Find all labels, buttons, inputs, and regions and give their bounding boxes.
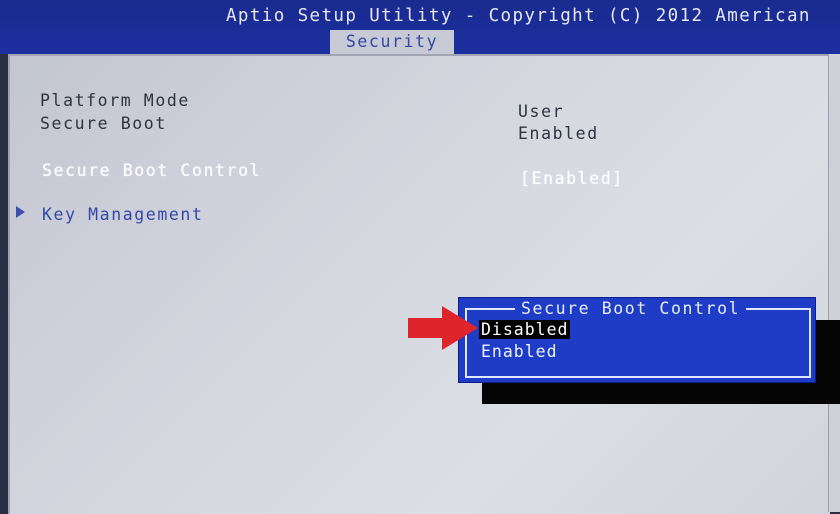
popup-title: Secure Boot Control xyxy=(515,299,747,318)
triangle-right-icon xyxy=(16,206,25,218)
app-title: Aptio Setup Utility - Copyright (C) 2012… xyxy=(226,6,811,26)
option-disabled[interactable]: Disabled xyxy=(479,320,571,339)
key-management-item[interactable]: Key Management xyxy=(42,205,203,224)
platform-mode-value: User xyxy=(518,102,565,121)
red-arrow-icon xyxy=(408,306,478,350)
secure-boot-control-label[interactable]: Secure Boot Control xyxy=(42,161,261,180)
tab-security[interactable]: Security xyxy=(330,30,454,54)
help-panel-edge xyxy=(828,54,840,512)
platform-mode-label: Platform Mode xyxy=(40,91,190,110)
secure-boot-label: Secure Boot xyxy=(40,114,167,133)
header-bar: Aptio Setup Utility - Copyright (C) 2012… xyxy=(0,0,840,54)
secure-boot-value: Enabled xyxy=(518,124,599,143)
secure-boot-control-popup: Secure Boot Control Disabled Enabled xyxy=(458,297,816,383)
option-enabled[interactable]: Enabled xyxy=(481,342,558,361)
secure-boot-control-value[interactable]: [Enabled] xyxy=(520,169,624,188)
